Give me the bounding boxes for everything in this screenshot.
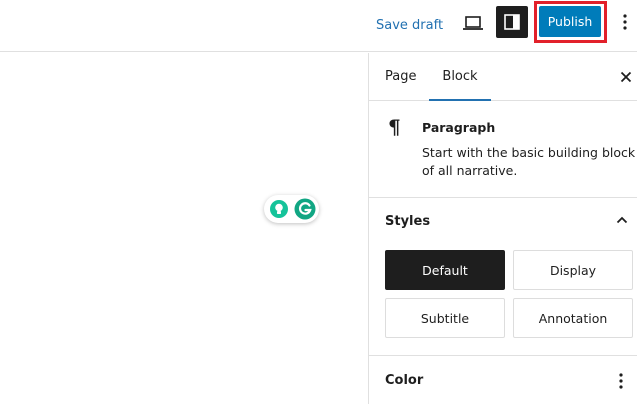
style-option-default[interactable]: Default (385, 250, 505, 290)
styles-panel: Styles Default Display Subtitle Annotati… (369, 198, 637, 356)
color-options-button[interactable] (613, 370, 629, 392)
publish-button[interactable]: Publish (539, 6, 601, 37)
close-icon (620, 71, 632, 83)
editor-header: Save draft Publish (0, 0, 637, 52)
options-menu-button[interactable] (616, 8, 634, 36)
block-description: Start with the basic building block of a… (422, 145, 636, 178)
color-panel-title: Color (385, 373, 424, 388)
pilcrow-icon: ¶ (388, 115, 401, 139)
styles-panel-toggle[interactable]: Styles (385, 214, 430, 229)
preview-button[interactable] (458, 8, 488, 38)
laptop-icon (463, 16, 483, 30)
styles-collapse-button[interactable] (612, 210, 632, 230)
editor-canvas[interactable] (0, 53, 368, 404)
color-panel: Color (369, 356, 637, 404)
grammarly-icon (294, 198, 316, 220)
close-sidebar-button[interactable] (616, 67, 636, 87)
style-option-subtitle[interactable]: Subtitle (385, 298, 505, 338)
chevron-up-icon (616, 216, 628, 224)
sidebar-toggle-icon (504, 14, 520, 30)
sidebar-tabs: Page Block (369, 53, 637, 101)
grammarly-widget[interactable] (264, 195, 319, 223)
tab-page[interactable]: Page (385, 53, 416, 101)
vertical-ellipsis-icon (623, 14, 627, 30)
block-card: ¶ Paragraph Start with the basic buildin… (369, 101, 637, 198)
style-option-display[interactable]: Display (513, 250, 633, 290)
vertical-ellipsis-icon (619, 373, 623, 389)
lightbulb-icon (270, 200, 288, 218)
settings-toggle-button[interactable] (496, 6, 528, 38)
style-option-annotation[interactable]: Annotation (513, 298, 633, 338)
settings-sidebar: Page Block ¶ Paragraph Start with the ba… (368, 53, 637, 404)
block-title: Paragraph (422, 120, 496, 135)
tab-block[interactable]: Block (429, 53, 491, 101)
save-draft-button[interactable]: Save draft (376, 14, 443, 38)
